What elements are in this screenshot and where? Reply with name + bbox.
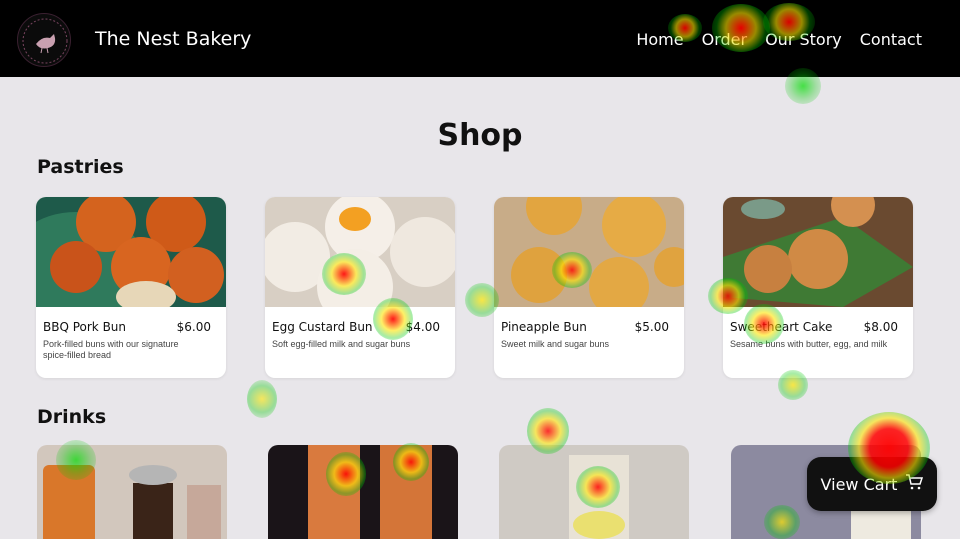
product-description: Sweet milk and sugar buns bbox=[501, 339, 610, 349]
sweetheart-cake-image bbox=[723, 197, 913, 307]
egg-custard-bun-image bbox=[265, 197, 455, 325]
product-name: BBQ Pork Bun bbox=[43, 320, 127, 334]
heatmap-spot bbox=[247, 380, 277, 418]
pineapple-bun-image bbox=[494, 197, 684, 317]
product-description: Pork-filled buns with our signature spic… bbox=[43, 339, 179, 360]
page-title: Shop bbox=[437, 118, 523, 153]
pastries-heading: Pastries bbox=[37, 156, 124, 178]
nav-our-story[interactable]: Our Story bbox=[765, 30, 842, 49]
product-card-sweetheart-cake[interactable]: Sweetheart Cake $8.00 Sesame buns with b… bbox=[723, 197, 913, 378]
bakery-logo[interactable] bbox=[17, 13, 71, 67]
nav-order[interactable]: Order bbox=[702, 30, 747, 49]
drink-card-coffee[interactable] bbox=[37, 445, 227, 539]
drink-card-lemon-tea[interactable] bbox=[499, 445, 689, 539]
drinks-heading: Drinks bbox=[37, 406, 107, 428]
brand-name[interactable]: The Nest Bakery bbox=[95, 28, 251, 50]
product-card-pineapple-bun[interactable]: Pineapple Bun $5.00 Sweet milk and sugar… bbox=[494, 197, 684, 378]
view-cart-label: View Cart bbox=[820, 474, 898, 494]
product-price: $5.00 bbox=[634, 320, 669, 334]
product-name: Egg Custard Bun bbox=[272, 320, 373, 334]
drink-card-milk-tea[interactable] bbox=[268, 445, 458, 539]
product-price: $4.00 bbox=[405, 320, 440, 334]
product-description: Sesame buns with butter, egg, and milk bbox=[730, 339, 888, 349]
product-description: Soft egg-filled milk and sugar buns bbox=[272, 339, 411, 349]
product-price: $6.00 bbox=[176, 320, 211, 334]
main-nav: Home Order Our Story Contact bbox=[636, 30, 922, 49]
nav-contact[interactable]: Contact bbox=[860, 30, 922, 49]
nav-home[interactable]: Home bbox=[636, 30, 683, 49]
product-card-bbq-pork-bun[interactable]: BBQ Pork Bun $6.00 Pork-filled buns with… bbox=[36, 197, 226, 378]
product-card-egg-custard-bun[interactable]: Egg Custard Bun $4.00 Soft egg-filled mi… bbox=[265, 197, 455, 378]
product-price: $8.00 bbox=[863, 320, 898, 334]
product-name: Sweetheart Cake bbox=[730, 320, 833, 334]
product-name: Pineapple Bun bbox=[501, 320, 587, 334]
cart-icon bbox=[905, 474, 924, 494]
site-header: The Nest Bakery Home Order Our Story Con… bbox=[0, 0, 960, 77]
bbq-pork-bun-image bbox=[36, 197, 226, 322]
view-cart-button[interactable]: View Cart bbox=[807, 457, 937, 511]
